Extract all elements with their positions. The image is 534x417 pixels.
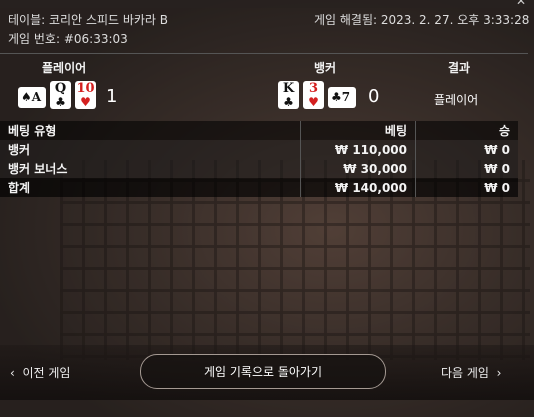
banker-card: K ♣	[278, 81, 299, 109]
player-column-header: 플레이어	[42, 61, 87, 75]
player-card: 10 ♥	[75, 81, 96, 109]
bet-type-cell: 뱅커	[0, 140, 301, 159]
header-win: 승	[415, 121, 518, 140]
bet-amount-cell: ₩ 30,000	[300, 159, 416, 178]
game-number: 게임 번호: #06:33:03	[8, 32, 128, 46]
next-game-label: 다음 게임	[441, 366, 489, 380]
player-card-rank: Q	[54, 81, 67, 96]
header-bet-type: 베팅 유형	[0, 121, 301, 140]
bet-type-cell: 뱅커 보너스	[0, 159, 301, 178]
banker-card-suit: ♥	[308, 95, 319, 109]
player-card-suit: ♣	[55, 95, 66, 109]
previous-game-button[interactable]: ‹ 이전 게임	[10, 364, 70, 381]
win-amount-cell: ₩ 0	[415, 159, 518, 178]
player-card-label: ♠A	[21, 90, 42, 104]
chevron-right-icon: ›	[496, 366, 502, 380]
settled-time: 게임 해결됨: 2023. 2. 27. 오후 3:33:28	[314, 13, 530, 27]
banker-card-rank: 3	[308, 81, 319, 96]
player-card-rank: 10	[76, 81, 95, 96]
back-to-history-button[interactable]: 게임 기록으로 돌아가기	[140, 354, 386, 389]
banker-score: 0	[368, 86, 380, 107]
player-score: 1	[106, 86, 118, 107]
chevron-left-icon: ‹	[10, 366, 15, 380]
banker-card: 3 ♥	[303, 81, 324, 109]
table-header-row: 베팅 유형 베팅 승	[0, 121, 518, 140]
previous-game-label: 이전 게임	[22, 366, 71, 380]
table-name: 테이블: 코리안 스피드 바카라 B	[8, 13, 169, 27]
table-row: 뱅커 보너스 ₩ 30,000 ₩ 0	[0, 159, 518, 178]
game-result: 플레이어	[434, 93, 479, 107]
result-column-header: 결과	[448, 61, 471, 75]
next-game-button[interactable]: 다음 게임 ›	[441, 364, 501, 381]
game-history-panel: 테이블: 코리안 스피드 바카라 B 게임 번호: #06:33:03 게임 해…	[0, 0, 534, 417]
player-card: Q ♣	[50, 81, 71, 109]
banker-column-header: 뱅커	[314, 61, 337, 75]
win-amount-cell: ₩ 0	[415, 140, 518, 159]
banker-card-rank: K	[282, 81, 295, 96]
bets-table: 베팅 유형 베팅 승 뱅커 ₩ 110,000 ₩ 0 뱅커 보너스 ₩ 30,…	[0, 121, 518, 197]
header-bet: 베팅	[300, 121, 416, 140]
table-row: 뱅커 ₩ 110,000 ₩ 0	[0, 140, 518, 159]
table-total-row: 합계 ₩ 140,000 ₩ 0	[0, 178, 518, 197]
divider	[0, 53, 528, 54]
banker-card-label: ♣7	[331, 90, 351, 104]
player-card: ♠A	[18, 87, 46, 108]
total-label: 합계	[0, 178, 301, 197]
player-card-suit: ♥	[80, 95, 91, 109]
bet-amount-cell: ₩ 110,000	[300, 140, 416, 159]
banker-card: ♣7	[328, 87, 356, 108]
total-win: ₩ 0	[415, 178, 518, 197]
banker-card-suit: ♣	[283, 95, 294, 109]
total-bet: ₩ 140,000	[300, 178, 416, 197]
